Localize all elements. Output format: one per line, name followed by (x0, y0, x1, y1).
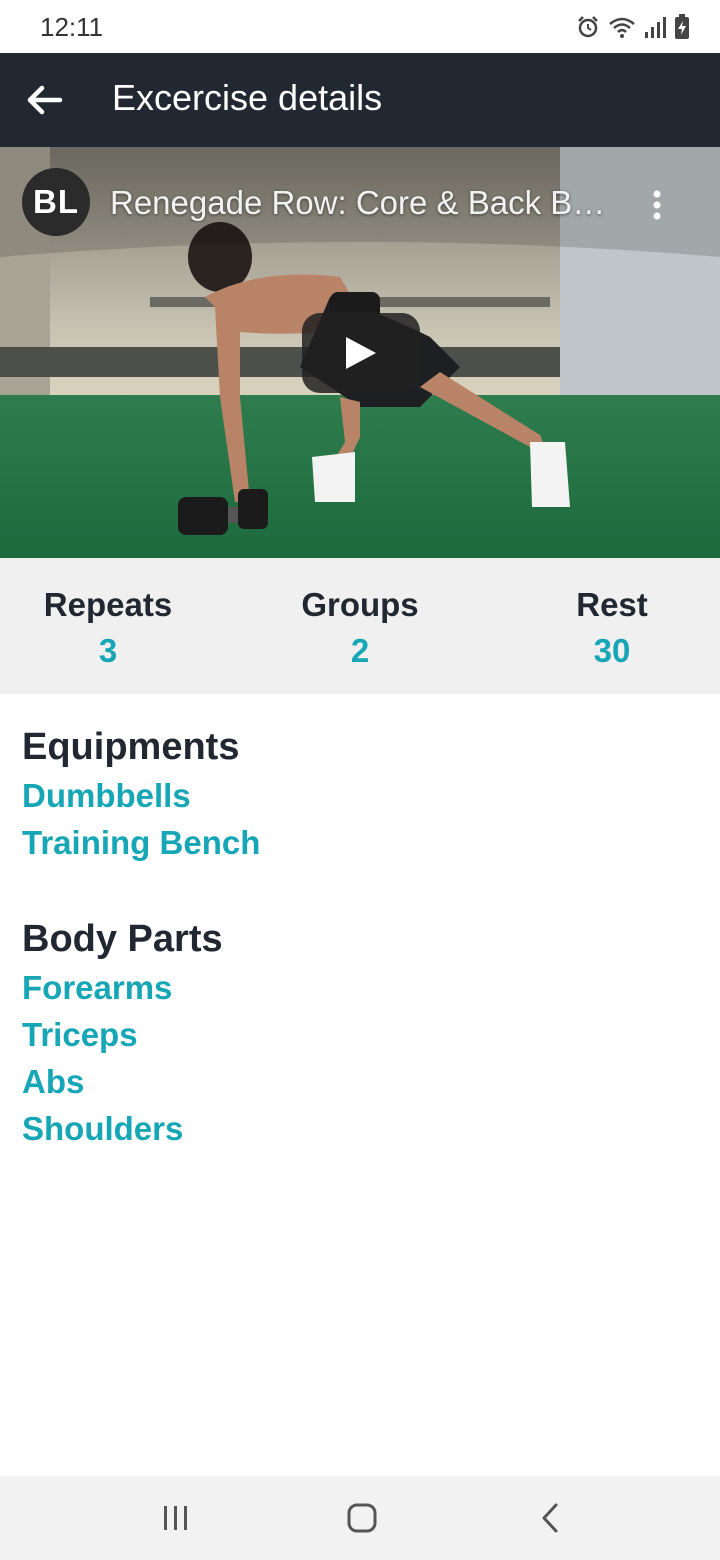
video-player[interactable]: BL Renegade Row: Core & Back Bu… (0, 147, 720, 558)
system-nav-bar (0, 1476, 720, 1560)
back-button[interactable] (14, 70, 74, 130)
wifi-icon (609, 17, 635, 38)
stat-label: Repeats (43, 586, 173, 623)
equipment-item[interactable]: Dumbbells (22, 772, 702, 819)
recent-apps-button[interactable] (136, 1488, 216, 1548)
equipments-title: Equipments (22, 726, 240, 768)
body-parts-section: Body Parts Forearms Triceps Abs Shoulder… (22, 914, 702, 1152)
equipment-item[interactable]: Training Bench (22, 819, 702, 866)
status-bar: 12:11 (0, 0, 720, 53)
back-nav-button[interactable] (510, 1488, 590, 1548)
stat-value: 3 (98, 632, 118, 669)
signal-icon (645, 17, 666, 38)
play-icon (346, 337, 376, 369)
status-time: 12:11 (40, 12, 104, 42)
body-part-item[interactable]: Triceps (22, 1011, 702, 1058)
home-icon (347, 1503, 377, 1533)
app-bar: Excercise details (0, 53, 720, 147)
video-title[interactable]: Renegade Row: Core & Back Bu… (110, 184, 620, 222)
stat-groups: Groups 2 (240, 584, 480, 676)
stat-rest: Rest 30 (492, 584, 720, 676)
channel-avatar[interactable]: BL (22, 168, 90, 236)
back-nav-icon (542, 1503, 558, 1533)
video-more-button[interactable] (640, 183, 674, 227)
stat-label: Groups (301, 586, 419, 623)
battery-charging-icon (675, 14, 689, 39)
more-vertical-icon (653, 190, 661, 220)
stat-label: Rest (576, 586, 648, 623)
recent-apps-icon (164, 1506, 187, 1530)
equipments-section: Equipments Dumbbells Training Bench (22, 722, 702, 866)
arrow-left-icon (27, 85, 63, 115)
body-part-item[interactable]: Abs (22, 1058, 702, 1105)
body-part-item[interactable]: Shoulders (22, 1105, 702, 1152)
stat-value: 2 (350, 632, 370, 669)
status-icons (576, 12, 690, 42)
body-parts-title: Body Parts (22, 918, 223, 960)
stat-value: 30 (593, 632, 631, 669)
body-part-item[interactable]: Forearms (22, 964, 702, 1011)
page-title: Excercise details (112, 77, 383, 118)
exercise-stats: Repeats 3 Groups 2 Rest 30 (0, 558, 720, 694)
stat-repeats: Repeats 3 (0, 584, 228, 676)
alarm-icon (578, 16, 598, 38)
home-button[interactable] (322, 1488, 402, 1548)
play-button[interactable] (302, 313, 420, 393)
